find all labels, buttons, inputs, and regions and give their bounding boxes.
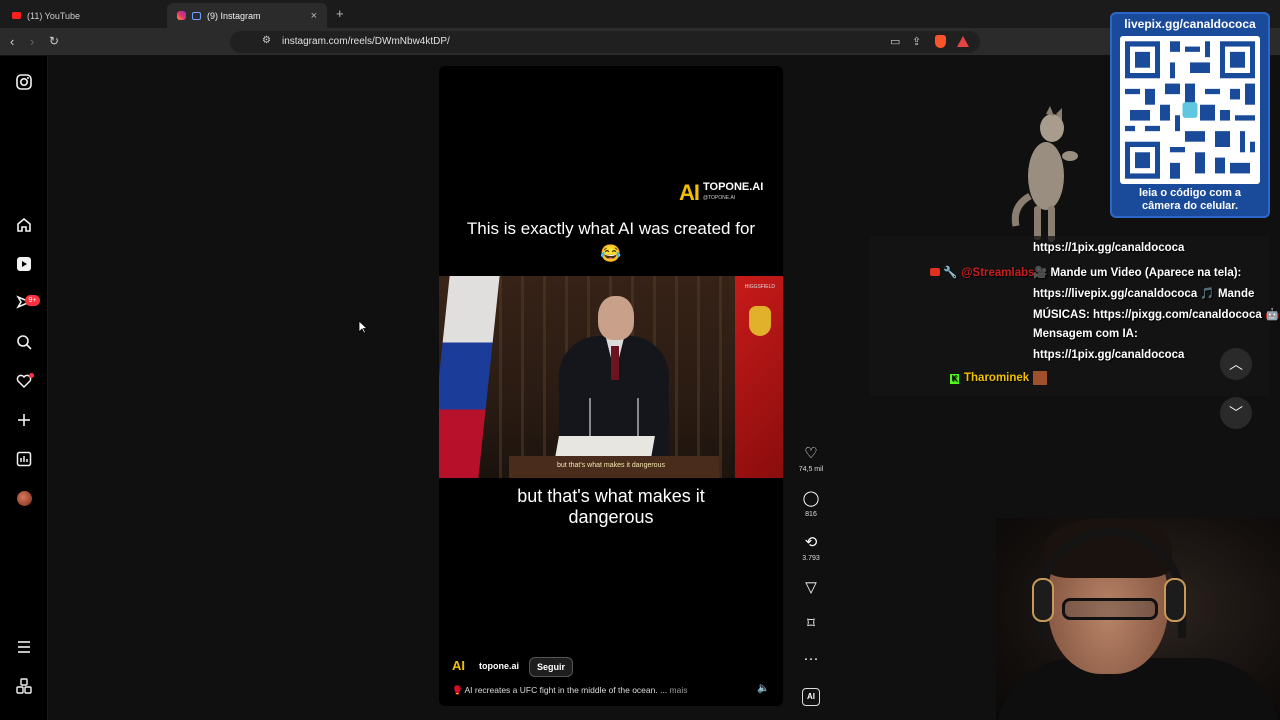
brand-mark: AI (679, 180, 700, 205)
brave-shields-icon[interactable] (935, 35, 946, 48)
video-watermark: HIGGSFIELD (744, 284, 775, 290)
next-reel-chevron-down-icon[interactable]: ﹀ (1220, 397, 1252, 429)
reload-icon[interactable]: ↻ (49, 34, 59, 48)
reel-player[interactable]: AI TOPONE.AI @TOPONE.AI This is exactly w… (439, 66, 783, 706)
youtube-icon (12, 12, 21, 19)
comment-action[interactable]: ◯ 816 (795, 491, 827, 519)
reel-info: AI topone.ai Seguir 🥊 AI recreates a UFC… (439, 646, 783, 706)
chat-text: https://livepix.gg/canaldococa 🎵 Mande (1033, 288, 1255, 300)
repost-icon[interactable]: ⟲ (795, 535, 827, 551)
brand-handle: @TOPONE.AI (703, 195, 736, 201)
send-icon[interactable]: ▽ (795, 580, 827, 596)
qr-title: livepix.gg/canaldococa (1124, 17, 1256, 31)
instagram-favicon-icon (177, 11, 186, 20)
reel-caption-bottom: but that's what makes it dangerous (517, 486, 705, 527)
cast-icon[interactable]: ▭ (890, 35, 900, 48)
repost-action[interactable]: ⟲ 3.793 (795, 535, 827, 563)
papers (555, 436, 655, 458)
video-subtitle: but that's what makes it dangerous (557, 462, 665, 469)
like-count: 74,5 mil (798, 466, 824, 473)
coat-of-arms-flag (735, 276, 783, 478)
more-dots-icon[interactable]: ··· (795, 651, 827, 667)
create-plus-icon[interactable] (14, 410, 34, 430)
wolf-overlay-image (1011, 106, 1078, 242)
dashboard-icon[interactable] (14, 449, 34, 469)
reels-icon[interactable] (14, 254, 34, 274)
chat-username: Tharominek (964, 372, 1030, 385)
share-icon[interactable]: ⇪ (912, 35, 921, 48)
site-info-icon[interactable]: ⚙ (262, 35, 271, 46)
follow-button[interactable]: Seguir (529, 657, 574, 677)
profile-avatar[interactable] (17, 491, 32, 506)
wrench-icon: 🔧 (943, 267, 958, 279)
browser-toolbar: ‹ › ↻ ▯ ⚙ instagram.com/reels/DWmNbw4ktD… (0, 28, 1280, 56)
url-text: instagram.com/reels/DWmNbw4ktDP/ (282, 36, 450, 47)
comment-icon[interactable]: ◯ (795, 491, 827, 507)
reel-description: 🥊 AI recreates a UFC fight in the middle… (452, 685, 688, 695)
more-link[interactable]: mais (670, 685, 688, 695)
chat-username-tharominek: K Tharominek (950, 371, 1048, 385)
reel-caption-top: This is exactly what AI was created for … (466, 219, 756, 263)
reel-video-frame: AI TOPONE.AI @TOPONE.AI This is exactly w… (439, 162, 783, 612)
more-options[interactable]: ··· (795, 651, 827, 667)
chat-text: https://1pix.gg/canaldococa (1033, 349, 1185, 361)
instagram-logo-icon[interactable] (14, 72, 34, 92)
menu-icon[interactable] (14, 637, 34, 657)
save-action[interactable]: ⌑ (795, 616, 827, 632)
streamer-webcam (996, 518, 1280, 720)
chat-text: 🎥 Mande um Video (Aparece na tela): (1033, 267, 1242, 279)
chat-text: MÚSICAS: https://pixgg.com/canaldococa 🤖 (1033, 309, 1280, 321)
chat-text: https://1pix.gg/canaldococa (1033, 242, 1185, 254)
back-icon[interactable]: ‹ (10, 34, 14, 49)
livepix-qr-panel: livepix.gg/canaldococa leia o código com… (1110, 12, 1270, 218)
forward-icon[interactable]: › (30, 34, 34, 49)
instagram-sidebar: 9+ (0, 56, 48, 720)
chat-text-line: Mande um Video (Aparece na tela): (1050, 267, 1242, 279)
heart-icon[interactable]: ♡ (795, 446, 827, 462)
notification-badge: 9+ (25, 295, 40, 306)
chat-username-streamlabs: 🔧 @Streamlabs (930, 265, 1035, 279)
tab-instagram[interactable]: (9) Instagram × (167, 3, 327, 28)
kick-icon: K (950, 374, 959, 385)
tab-strip: (11) YouTube (9) Instagram × + (0, 0, 1280, 28)
brave-rewards-icon[interactable] (957, 36, 969, 47)
brand-name: TOPONE.AI (703, 181, 764, 193)
author-username[interactable]: topone.ai (479, 661, 519, 671)
tab-youtube[interactable]: (11) YouTube (2, 3, 167, 28)
author-avatar[interactable]: AI (452, 658, 465, 673)
volume-icon[interactable]: 🔈 (757, 683, 769, 694)
user-emote-icon (1033, 371, 1048, 385)
address-bar[interactable]: ⚙ instagram.com/reels/DWmNbw4ktDP/ (230, 31, 980, 53)
share-action[interactable]: ▽ (795, 580, 827, 596)
also-from-meta-icon[interactable] (14, 676, 34, 696)
youtube-chat-icon (930, 268, 940, 276)
qr-footer-line-2: câmera do celular. (1142, 200, 1238, 212)
topone-logo: AI TOPONE.AI @TOPONE.AI (679, 180, 763, 206)
tab-label: (9) Instagram (207, 10, 261, 21)
screen: (11) YouTube (9) Instagram × + ‹ › ↻ ▯ ⚙… (0, 0, 1280, 720)
comment-count: 816 (805, 511, 817, 518)
search-icon[interactable] (14, 332, 34, 352)
new-tab-icon[interactable]: + (336, 6, 344, 21)
notification-dot (29, 373, 34, 378)
close-tab-icon[interactable]: × (311, 10, 317, 22)
chat-text: Mensagem com IA: (1033, 328, 1138, 340)
qr-code-image (1120, 36, 1260, 184)
bookmark-save-icon[interactable]: ⌑ (795, 616, 827, 632)
qr-footer-line-1: leia o código com a (1138, 187, 1242, 199)
mouse-cursor-icon (358, 320, 368, 334)
chat-username: @Streamlabs (961, 267, 1035, 279)
audio-source-icon[interactable]: AI (802, 688, 820, 706)
like-action[interactable]: ♡ 74,5 mil (795, 446, 827, 474)
repost-count: 3.793 (802, 555, 820, 562)
previous-reel-chevron-up-icon[interactable]: ︿ (1220, 348, 1252, 380)
qr-footer: leia o código com a câmera do celular. (1112, 187, 1268, 213)
tab-group-icon (192, 11, 201, 20)
video-scene: HIGGSFIELD but that's what makes it dang… (439, 276, 783, 478)
tab-label: (11) YouTube (27, 10, 81, 21)
russian-flag (439, 276, 500, 478)
home-icon[interactable] (14, 215, 34, 235)
description-text: AI recreates a UFC fight in the middle o… (464, 685, 668, 695)
